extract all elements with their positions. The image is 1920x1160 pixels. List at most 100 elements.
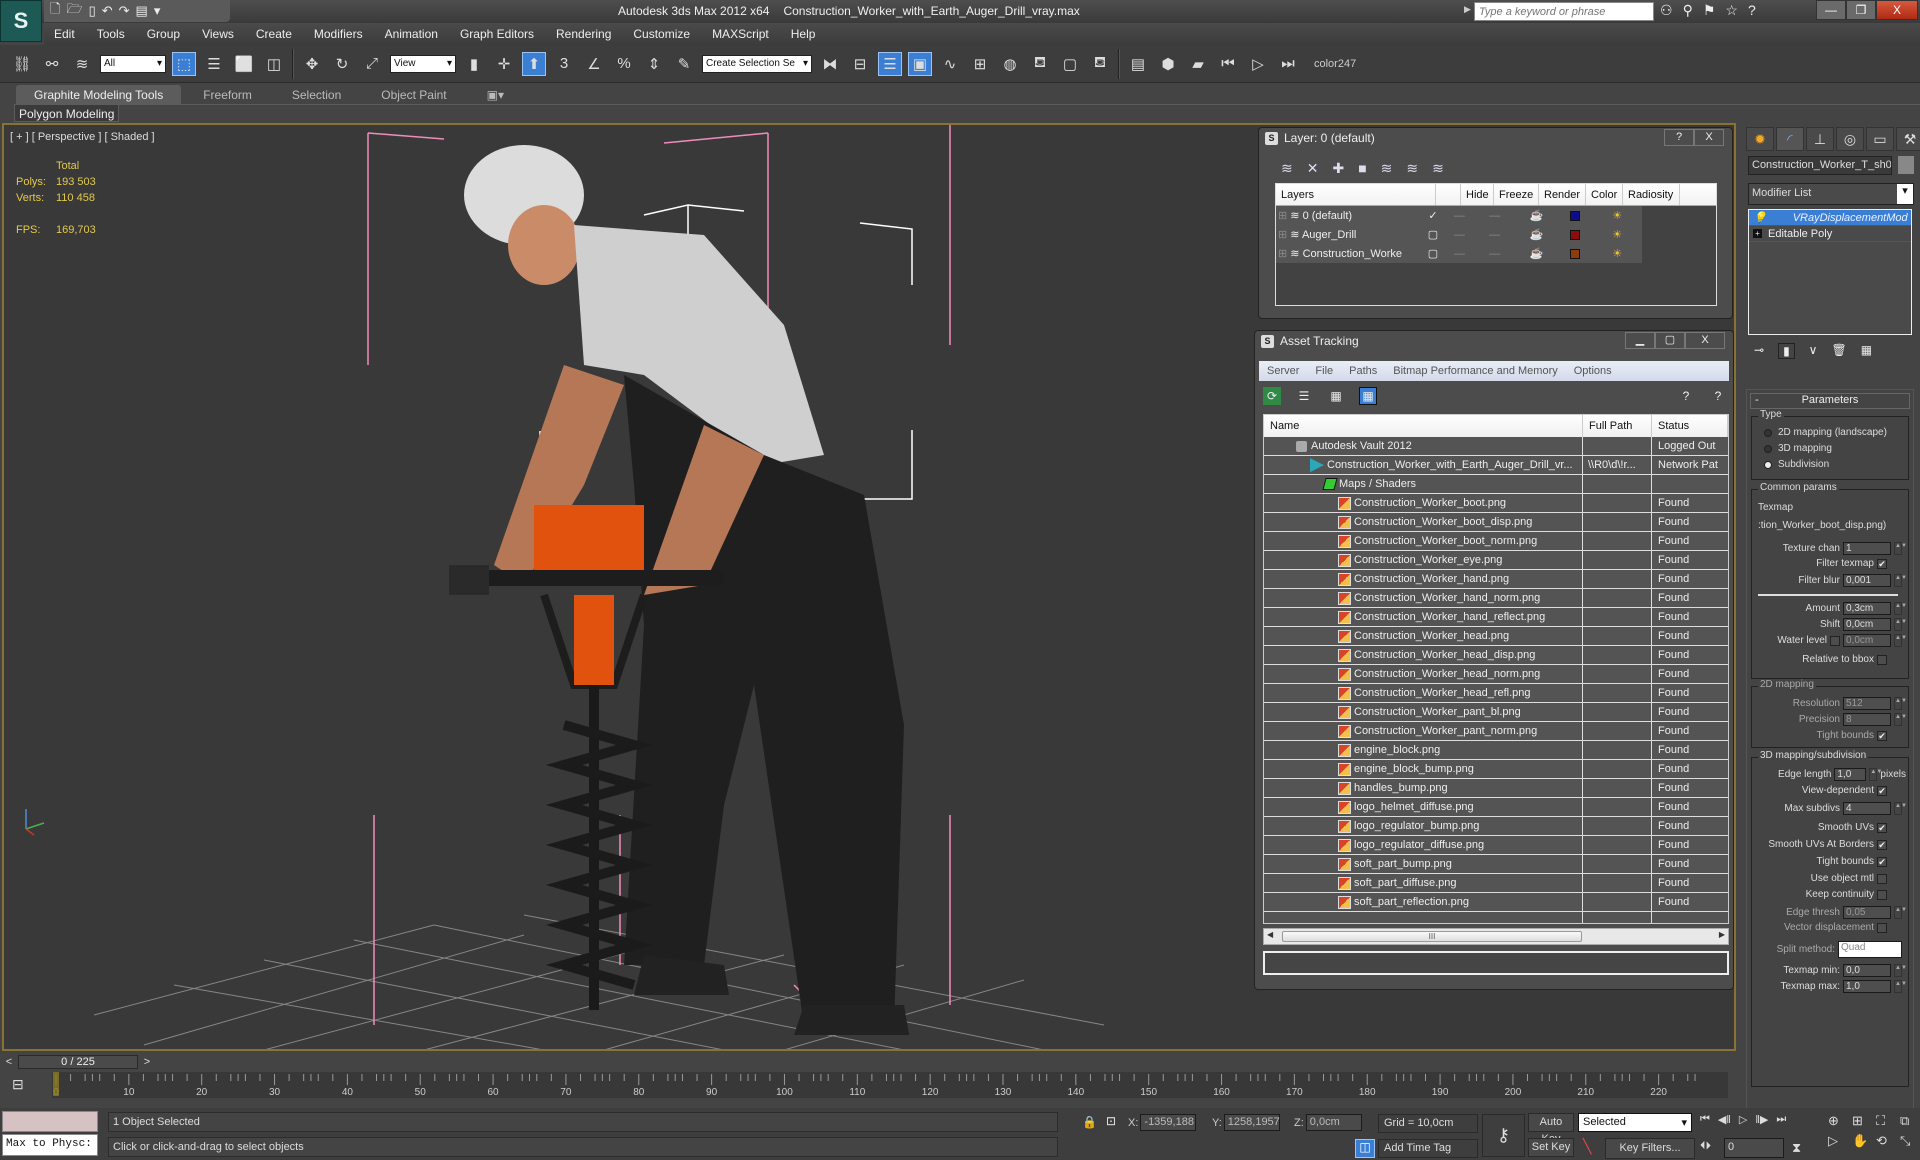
- freeze-toggle[interactable]: —: [1473, 229, 1514, 241]
- scroll-left-icon[interactable]: ◀: [1267, 930, 1273, 939]
- edit-named-selection-icon[interactable]: ✎: [672, 52, 696, 76]
- layer-color-swatch[interactable]: [1557, 210, 1591, 221]
- horizontal-scrollbar[interactable]: ◀ III ▶: [1263, 928, 1729, 945]
- vault-help-icon[interactable]: ?: [1677, 387, 1695, 405]
- select-objects-icon[interactable]: ■: [1358, 160, 1366, 177]
- zoom-all-icon[interactable]: ⊞: [1852, 1113, 1874, 1129]
- absolute-mode-icon[interactable]: ⊡: [1106, 1114, 1116, 1128]
- search-input[interactable]: [1474, 2, 1654, 21]
- asset-row[interactable]: Construction_Worker_hand.png Found: [1264, 570, 1728, 589]
- menu-rendering[interactable]: Rendering: [556, 27, 611, 41]
- spinner[interactable]: ▲▼: [1869, 768, 1882, 781]
- asset-row[interactable]: soft_part_bump.png Found: [1264, 855, 1728, 874]
- open-file-icon[interactable]: 🗁: [66, 0, 82, 22]
- show-end-result-icon[interactable]: ▮: [1778, 343, 1795, 359]
- scroll-right-icon[interactable]: ▶: [1719, 930, 1725, 939]
- layer-name-cell[interactable]: ⊞ ≋ Construction_Worke: [1276, 247, 1421, 260]
- asset-row[interactable]: Construction_Worker_head_refl.png Found: [1264, 684, 1728, 703]
- texture-chan-input[interactable]: 1: [1843, 542, 1891, 555]
- spinner[interactable]: ▲▼: [1894, 574, 1907, 587]
- col-freeze[interactable]: Freeze: [1494, 184, 1539, 205]
- close-button[interactable]: X: [1694, 129, 1724, 146]
- precision-input[interactable]: 8: [1843, 713, 1891, 726]
- asset-row[interactable]: logo_helmet_diffuse.png Found: [1264, 798, 1728, 817]
- col-radiosity[interactable]: Radiosity: [1623, 184, 1680, 205]
- menu-bitmap-performance[interactable]: Bitmap Performance and Memory: [1393, 365, 1557, 377]
- spinner[interactable]: ▲▼: [1894, 697, 1907, 710]
- keyboard-shortcut-override-icon[interactable]: ⬆: [522, 51, 546, 76]
- col-render[interactable]: Render: [1539, 184, 1586, 205]
- tab-freeform[interactable]: Freeform: [185, 85, 270, 105]
- tab-object-paint[interactable]: Object Paint: [363, 85, 464, 105]
- asset-row[interactable]: Construction_Worker_head_disp.png Found: [1264, 646, 1728, 665]
- asset-row[interactable]: logo_regulator_bump.png Found: [1264, 817, 1728, 836]
- modifier-list-dropdown[interactable]: Modifier List ▾: [1748, 183, 1914, 205]
- menu-create[interactable]: Create: [256, 27, 292, 41]
- asset-row[interactable]: Construction_Worker_boot_norm.png Found: [1264, 532, 1728, 551]
- asset-row[interactable]: Construction_Worker_boot.png Found: [1264, 494, 1728, 513]
- layer-color-swatch[interactable]: [1557, 248, 1591, 259]
- help-icon[interactable]: ?: [1748, 2, 1756, 19]
- col-full-path[interactable]: Full Path: [1583, 415, 1652, 437]
- spinner[interactable]: ▲▼: [1894, 802, 1907, 815]
- spinner[interactable]: ▲▼: [1894, 618, 1907, 631]
- expand-icon[interactable]: ⊞: [1278, 229, 1287, 241]
- spinner[interactable]: ▲▼: [1894, 602, 1907, 615]
- reference-coord-dropdown[interactable]: View ▾: [390, 54, 456, 73]
- asset-row[interactable]: soft_part_diffuse.png Found: [1264, 874, 1728, 893]
- expand-icon[interactable]: ⊞: [1278, 210, 1287, 222]
- menu-maxscript[interactable]: MAXScript: [712, 27, 769, 41]
- layer-color-swatch[interactable]: [1557, 229, 1591, 240]
- curve-editor-mini-icon[interactable]: ⊟: [12, 1076, 24, 1093]
- zoom-extents-all-icon[interactable]: ⧉: [1900, 1113, 1920, 1129]
- asset-row[interactable]: Autodesk Vault 2012 Logged Out: [1264, 437, 1728, 456]
- asset-row[interactable]: soft_part_reflection.png Found: [1264, 893, 1728, 912]
- hierarchy-tab-icon[interactable]: ⊥: [1806, 127, 1834, 151]
- refresh-icon[interactable]: ⟳: [1263, 387, 1281, 405]
- restore-button[interactable]: ❐: [1846, 0, 1876, 20]
- time-slider-thumb[interactable]: 0 / 225: [18, 1055, 138, 1069]
- rendered-frame-window-icon[interactable]: ▢: [1058, 52, 1082, 76]
- bind-space-warp-icon[interactable]: ≋: [70, 52, 94, 76]
- menu-paths[interactable]: Paths: [1349, 365, 1377, 377]
- spinner[interactable]: ▲▼: [1894, 713, 1907, 726]
- hide-toggle[interactable]: —: [1443, 248, 1473, 260]
- asset-row[interactable]: Construction_Worker_boot_disp.png Found: [1264, 513, 1728, 532]
- layer-name-cell[interactable]: ⊞ ≋ Auger_Drill: [1276, 228, 1421, 241]
- layer-manager-icon[interactable]: ☰: [878, 51, 902, 76]
- selection-lock-icon[interactable]: 🔒: [1082, 1115, 1097, 1129]
- viewport-label[interactable]: [ + ] [ Perspective ] [ Shaded ]: [10, 131, 155, 143]
- layer-row[interactable]: ⊞ ≋ Auger_Drill ▢ — — ☕ ☀: [1276, 225, 1642, 244]
- asset-row[interactable]: engine_block.png Found: [1264, 741, 1728, 760]
- unlink-icon[interactable]: ⚯: [40, 52, 64, 76]
- make-unique-icon[interactable]: ∨: [1809, 343, 1818, 359]
- current-layer-check-icon[interactable]: ✓: [1421, 209, 1444, 222]
- minimize-button[interactable]: ▁: [1625, 332, 1655, 349]
- time-slider[interactable]: < 0 / 225 >: [4, 1055, 154, 1069]
- radio-subdivision[interactable]: Subdivision: [1764, 459, 1829, 470]
- parameters-rollout-header[interactable]: - Parameters: [1750, 393, 1910, 409]
- time-tag-icon[interactable]: ◫: [1355, 1139, 1375, 1158]
- asset-row[interactable]: Construction_Worker_head_norm.png Found: [1264, 665, 1728, 684]
- previous-frame-button[interactable]: <: [4, 1056, 14, 1068]
- water-level-input[interactable]: 0,0cm: [1843, 634, 1891, 647]
- previous-key-gear-icon[interactable]: ⏮: [1216, 52, 1240, 76]
- edge-thresh-input[interactable]: 0,05: [1843, 906, 1891, 919]
- containers-icon[interactable]: ⬢: [1156, 52, 1180, 76]
- create-layer-icon[interactable]: ≋: [1281, 160, 1293, 177]
- shift-input[interactable]: 0,0cm: [1843, 618, 1891, 631]
- expand-icon[interactable]: +: [1753, 229, 1762, 238]
- object-color-swatch[interactable]: [1898, 156, 1914, 174]
- maxscript-input[interactable]: Max to Physc:: [2, 1134, 98, 1156]
- hide-toggle[interactable]: —: [1443, 210, 1473, 222]
- tree-view-icon[interactable]: ▦: [1327, 387, 1345, 405]
- menu-customize[interactable]: Customize: [633, 27, 690, 41]
- set-key-button[interactable]: Set Key: [1528, 1138, 1574, 1157]
- vray-frame-buffer-icon[interactable]: ▤: [1126, 52, 1150, 76]
- col-layers[interactable]: Layers: [1276, 184, 1436, 205]
- add-to-layer-icon[interactable]: ✚: [1332, 160, 1344, 177]
- pivot-center-icon[interactable]: ▮: [462, 52, 486, 76]
- relative-bbox-checkbox[interactable]: [1877, 654, 1887, 665]
- minimize-button[interactable]: —: [1816, 0, 1846, 20]
- freeze-all-icon[interactable]: ≋: [1432, 160, 1444, 177]
